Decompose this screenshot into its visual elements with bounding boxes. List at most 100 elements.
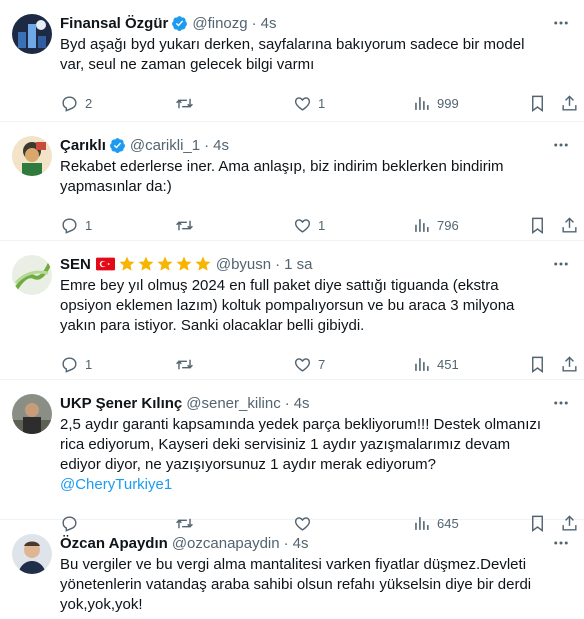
display-name[interactable]: Özcan Apaydın xyxy=(60,535,168,552)
like-count: 1 xyxy=(318,217,326,233)
retweet-button[interactable] xyxy=(175,355,200,374)
like-button[interactable]: 7 xyxy=(293,355,325,374)
tweet-header: UKP Şener Kılınç @sener_kilinc · 4s xyxy=(60,392,568,414)
views-button[interactable]: 451 xyxy=(412,355,459,374)
separator-dot: · xyxy=(284,394,290,412)
more-icon[interactable] xyxy=(552,255,570,273)
bookmark-button[interactable] xyxy=(528,94,547,113)
tweet-header: Finansal Özgür @finozg · 4s xyxy=(60,12,568,34)
like-button[interactable]: 1 xyxy=(293,94,325,113)
like-button[interactable]: 1 xyxy=(293,216,325,235)
retweet-icon xyxy=(176,359,193,369)
like-icon xyxy=(294,96,311,111)
bookmark-icon xyxy=(532,95,543,112)
tweet-text-body: 2,5 aydır garanti kapsamında yedek parça… xyxy=(60,416,542,473)
display-name[interactable]: Finansal Özgür xyxy=(60,15,168,32)
tweet[interactable]: Özcan Apaydın @ozcanapaydin · 4s Bu verg… xyxy=(0,520,584,619)
more-icon[interactable] xyxy=(552,534,570,552)
reply-icon xyxy=(62,356,77,373)
bookmark-icon xyxy=(532,356,543,373)
avatar[interactable] xyxy=(12,136,52,176)
display-name[interactable]: Çarıklı xyxy=(60,137,106,154)
reply-icon xyxy=(62,95,77,112)
like-count: 1 xyxy=(318,95,326,111)
reply-button[interactable]: 1 xyxy=(60,216,92,235)
tweet[interactable]: SEN @byusn · 1 sa Emre bey yıl olmuş 202… xyxy=(0,241,584,380)
bookmark-icon xyxy=(532,217,543,234)
avatar[interactable] xyxy=(12,14,52,54)
retweet-icon xyxy=(176,98,193,108)
separator-dot: · xyxy=(251,14,257,32)
views-icon xyxy=(415,218,429,232)
more-icon[interactable] xyxy=(552,14,570,32)
tweet-text: Bu vergiler ve bu vergi alma mantalitesi… xyxy=(60,556,532,613)
retweet-button[interactable] xyxy=(175,94,200,113)
tweet-text: Emre bey yıl olmuş 2024 en full paket di… xyxy=(60,277,515,334)
timestamp[interactable]: 1 sa xyxy=(284,256,312,273)
reply-icon xyxy=(62,217,77,234)
reply-button[interactable]: 1 xyxy=(60,355,92,374)
like-icon xyxy=(294,357,311,372)
share-button[interactable] xyxy=(560,94,579,113)
like-count: 7 xyxy=(318,356,326,372)
tweet-header: Özcan Apaydın @ozcanapaydin · 4s xyxy=(60,532,568,554)
reply-count: 1 xyxy=(85,356,93,372)
tweet[interactable]: Çarıklı @carikli_1 · 4s Rekabet ederlers… xyxy=(0,122,584,241)
verified-badge-icon xyxy=(172,15,188,31)
views-button[interactable]: 999 xyxy=(412,94,459,113)
display-name[interactable]: UKP Şener Kılınç xyxy=(60,395,182,412)
user-handle[interactable]: @byusn xyxy=(216,256,271,273)
avatar[interactable] xyxy=(12,394,52,434)
view-count: 999 xyxy=(437,95,459,111)
timestamp[interactable]: 4s xyxy=(294,395,310,412)
user-handle[interactable]: @sener_kilinc xyxy=(186,395,280,412)
user-handle[interactable]: @finozg xyxy=(192,15,247,32)
separator-dot: · xyxy=(204,136,210,154)
timestamp[interactable]: 4s xyxy=(213,137,229,154)
avatar[interactable] xyxy=(12,534,52,574)
more-icon[interactable] xyxy=(552,136,570,154)
tweet-header: Çarıklı @carikli_1 · 4s xyxy=(60,134,568,156)
display-name[interactable]: SEN xyxy=(60,256,91,273)
tweet-text: Byd aşağı byd yukarı derken, sayfalarına… xyxy=(60,36,525,73)
tweet-text: Rekabet ederlerse iner. Ama anlaşıp, biz… xyxy=(60,158,504,195)
share-icon xyxy=(562,216,577,233)
timeline-feed: Finansal Özgür @finozg · 4s Byd aşağı by… xyxy=(0,0,584,619)
views-icon xyxy=(415,96,429,110)
reply-count: 2 xyxy=(85,95,93,111)
separator-dot: · xyxy=(275,255,281,273)
tweet[interactable]: Finansal Özgür @finozg · 4s Byd aşağı by… xyxy=(0,0,584,122)
timestamp[interactable]: 4s xyxy=(261,15,277,32)
views-icon xyxy=(415,357,429,371)
share-button[interactable] xyxy=(560,216,579,235)
verified-badge-icon xyxy=(109,137,125,153)
tweet[interactable]: UKP Şener Kılınç @sener_kilinc · 4s 2,5 … xyxy=(0,380,584,532)
star-icon xyxy=(138,256,154,271)
star-icon xyxy=(176,256,192,271)
mention-link[interactable]: @CheryTurkiye1 xyxy=(60,476,172,493)
timestamp[interactable]: 4s xyxy=(293,535,309,552)
avatar[interactable] xyxy=(12,255,52,295)
user-handle[interactable]: @carikli_1 xyxy=(130,137,200,154)
retweet-button[interactable] xyxy=(175,216,200,235)
user-handle[interactable]: @ozcanapaydin xyxy=(172,535,280,552)
separator-dot: · xyxy=(283,534,289,552)
star-icon xyxy=(157,256,173,271)
views-button[interactable]: 796 xyxy=(412,216,459,235)
retweet-icon xyxy=(176,220,193,230)
view-count: 451 xyxy=(437,356,459,372)
star-rating xyxy=(118,255,212,273)
star-icon xyxy=(195,256,211,271)
reply-button[interactable]: 2 xyxy=(60,94,92,113)
bookmark-button[interactable] xyxy=(528,355,547,374)
like-icon xyxy=(294,218,311,233)
share-icon xyxy=(562,355,577,372)
turkey-flag-icon xyxy=(95,257,115,271)
tweet-actions: 1 1 796 xyxy=(60,205,577,245)
tweet-actions: 2 1 999 xyxy=(60,83,577,123)
more-icon[interactable] xyxy=(552,394,570,412)
share-button[interactable] xyxy=(560,355,579,374)
view-count: 796 xyxy=(437,217,459,233)
share-icon xyxy=(562,94,577,111)
bookmark-button[interactable] xyxy=(528,216,547,235)
